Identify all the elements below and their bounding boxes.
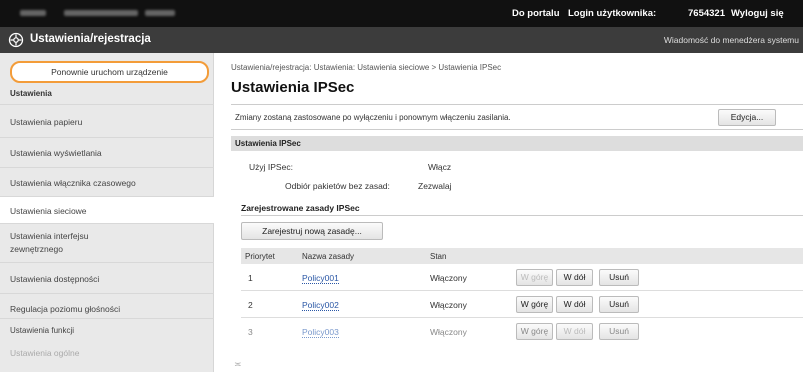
edit-button[interactable]: Edycja... <box>718 109 776 126</box>
receive-packets-value: Zezwalaj <box>418 181 452 191</box>
sidebar-item-label: Ustawienia interfejsu zewnętrznego <box>10 231 89 254</box>
move-up-button[interactable]: W górę <box>516 323 553 340</box>
notice-text: Zmiany zostaną zastosowane po wyłączeniu… <box>235 113 511 122</box>
logout-link[interactable]: Wyloguj się <box>731 8 784 19</box>
sidebar-item-label: Ustawienia dostępności <box>10 274 100 284</box>
portal-link[interactable]: Do portalu <box>512 8 560 19</box>
row-status: Włączony <box>430 300 467 310</box>
sidebar-item-accessibility[interactable]: Ustawienia dostępności <box>0 262 214 293</box>
title-bar: Ustawienia/rejestracja Wiadomość do mene… <box>0 27 803 53</box>
sidebar-item-paper[interactable]: Ustawienia papieru <box>0 104 214 137</box>
delete-button[interactable]: Usuń <box>599 323 639 340</box>
blurred-device-name <box>64 10 138 16</box>
settings-gear-icon <box>8 32 24 48</box>
sidebar-item-display[interactable]: Ustawienia wyświetlania <box>0 137 214 167</box>
table-row: 1 Policy001 Włączony W górę W dół Usuń <box>241 264 803 291</box>
delete-button[interactable]: Usuń <box>599 269 639 286</box>
top-bar: Do portalu Login użytkownika: 7654321 Wy… <box>0 0 803 27</box>
policy-link[interactable]: Policy001 <box>302 273 339 284</box>
login-id: 7654321 <box>688 8 725 19</box>
login-label: Login użytkownika: <box>568 8 657 19</box>
sidebar-item-label: Ustawienia wyświetlania <box>10 148 102 158</box>
manager-message-link[interactable]: Wiadomość do menedżera systemu <box>664 35 799 45</box>
policy-link[interactable]: Policy003 <box>302 327 339 338</box>
sidebar: Ustawienia Ustawienia papieru Ustawienia… <box>0 53 214 372</box>
page-title: Ustawienia IPSec <box>231 79 355 96</box>
policy-link[interactable]: Policy002 <box>302 300 339 311</box>
row-status: Włączony <box>430 273 467 283</box>
sidebar-item-label: Ustawienia papieru <box>10 117 83 127</box>
move-down-button[interactable]: W dół <box>556 269 593 286</box>
sidebar-item-external-interface[interactable]: Ustawienia interfejsu zewnętrznego <box>0 223 214 262</box>
sidebar-item-network[interactable]: Ustawienia sieciowe <box>0 196 214 223</box>
breadcrumb: Ustawienia/rejestracja: Ustawienia: Usta… <box>231 63 502 72</box>
sidebar-item-label: Regulacja poziomu głośności <box>10 304 121 314</box>
sidebar-section-functions: Ustawienia funkcji <box>0 318 214 340</box>
row-priority: 3 <box>248 327 253 337</box>
use-ipsec-label: Użyj IPSec: <box>249 162 293 172</box>
registered-policies-heading: Zarejestrowane zasady IPSec <box>241 203 360 213</box>
sidebar-section-settings: Ustawienia <box>10 89 52 98</box>
sidebar-item-label: Ustawienia włącznika czasowego <box>10 178 136 188</box>
use-ipsec-value: Włącz <box>428 162 452 172</box>
register-policy-button[interactable]: Zarejestruj nową zasadę... <box>241 222 383 240</box>
move-up-button[interactable]: W górę <box>516 296 553 313</box>
sidebar-item-volume[interactable]: Regulacja poziomu głośności <box>0 293 214 318</box>
blurred-logo <box>20 10 46 16</box>
receive-packets-label: Odbiór pakietów bez zasad: <box>285 181 390 191</box>
table-row: 3 Policy003 Włączony W górę W dół Usuń <box>241 318 803 345</box>
sidebar-item-label: Ustawienia sieciowe <box>10 206 87 216</box>
notice-bar: Zmiany zostaną zastosowane po wyłączeniu… <box>231 104 803 130</box>
app-title: Ustawienia/rejestracja <box>30 33 151 45</box>
column-name: Nazwa zasady <box>302 252 355 261</box>
row-status: Włączony <box>430 327 467 337</box>
row-priority: 2 <box>248 300 253 310</box>
move-down-button[interactable]: W dół <box>556 296 593 313</box>
restart-device-button[interactable]: Ponownie uruchom urządzenie <box>10 61 209 83</box>
sidebar-item-label: Ustawienia ogólne <box>10 348 80 358</box>
table-row: 2 Policy002 Włączony W górę W dół Usuń <box>241 291 803 318</box>
column-priority: Priorytet <box>245 252 275 261</box>
policy-table-header: Priorytet Nazwa zasady Stan <box>241 248 803 264</box>
section-header-ipsec: Ustawienia IPSec <box>231 136 803 151</box>
sidebar-section-label: Ustawienia funkcji <box>10 326 75 335</box>
blurred-device-info <box>145 10 175 16</box>
column-status: Stan <box>430 252 447 261</box>
main-content: Ustawienia/rejestracja: Ustawienia: Usta… <box>214 53 803 372</box>
move-down-button[interactable]: W dół <box>556 323 593 340</box>
move-up-button[interactable]: W górę <box>516 269 553 286</box>
row-priority: 1 <box>248 273 253 283</box>
delete-button[interactable]: Usuń <box>599 296 639 313</box>
more-indicator: ≍ <box>234 359 242 369</box>
divider <box>241 215 803 216</box>
sidebar-item-general[interactable]: Ustawienia ogólne <box>0 340 214 372</box>
sidebar-item-timer[interactable]: Ustawienia włącznika czasowego <box>0 167 214 196</box>
